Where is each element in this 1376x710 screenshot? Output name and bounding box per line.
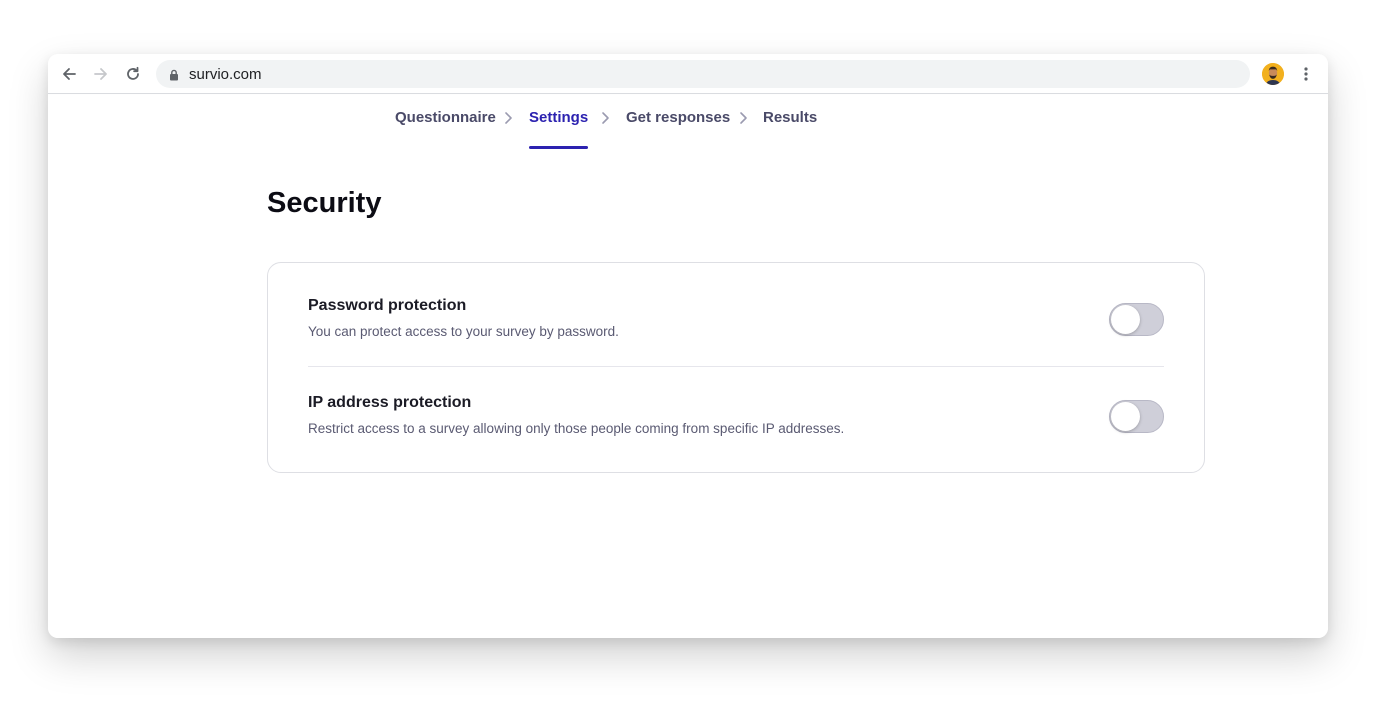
address-bar[interactable]: survio.com [156, 60, 1250, 88]
settings-content: Security Password protection You can pro… [48, 149, 1328, 638]
setting-title: IP address protection [308, 394, 472, 411]
password-protection-row: Password protection You can protect acce… [308, 297, 1164, 367]
chevron-right-icon [600, 111, 610, 130]
browser-window: survio.com Questionnaire Settings Get re… [48, 54, 1328, 638]
ip-address-protection-row: IP address protection Restrict access to… [308, 394, 1164, 454]
tab-results[interactable]: Results [763, 107, 817, 149]
reload-icon[interactable] [123, 64, 143, 84]
security-settings-card: Password protection You can protect acce… [267, 262, 1205, 473]
setting-description: You can protect access to your survey by… [308, 324, 619, 339]
url-text: survio.com [189, 66, 262, 83]
page-title: Security [267, 187, 382, 219]
toggle-knob [1111, 305, 1140, 334]
avatar[interactable] [1262, 63, 1284, 85]
tab-get-responses[interactable]: Get responses [626, 107, 730, 149]
step-navigation: Questionnaire Settings Get responses Res… [48, 95, 1328, 149]
ip-address-protection-toggle[interactable] [1109, 400, 1164, 433]
tab-settings[interactable]: Settings [529, 107, 589, 149]
tab-questionnaire[interactable]: Questionnaire [395, 107, 496, 149]
forward-icon[interactable] [91, 64, 111, 84]
lock-icon [169, 68, 179, 86]
browser-toolbar: survio.com [48, 54, 1328, 94]
back-icon[interactable] [59, 64, 79, 84]
chevron-right-icon [738, 111, 748, 130]
setting-title: Password protection [308, 297, 467, 314]
chevron-right-icon [503, 111, 513, 130]
setting-description: Restrict access to a survey allowing onl… [308, 421, 845, 436]
toggle-knob [1111, 402, 1140, 431]
password-protection-toggle[interactable] [1109, 303, 1164, 336]
more-menu-icon[interactable] [1296, 64, 1316, 84]
